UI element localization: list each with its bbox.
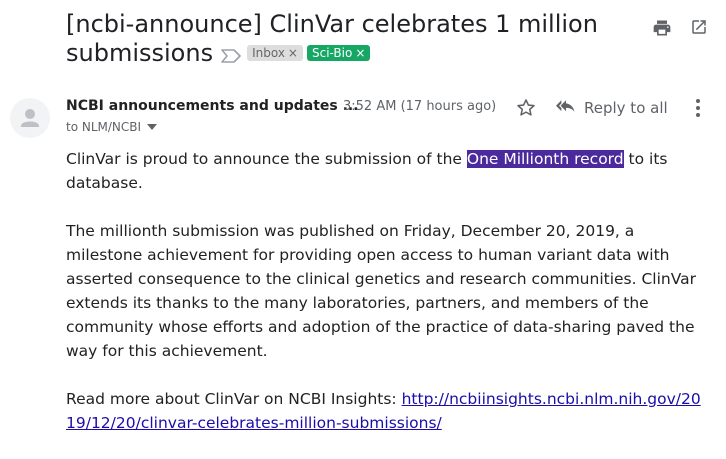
more-vert-icon[interactable] — [688, 97, 708, 123]
body-paragraph-3: Read more about ClinVar on NCBI Insights… — [66, 390, 701, 432]
remove-label-sci-bio-button[interactable]: × — [355, 46, 365, 60]
body-paragraph-1: ClinVar is proud to announce the submiss… — [66, 150, 668, 192]
email-timestamp: 3:52 AM (17 hours ago) — [343, 99, 497, 114]
label-inbox: Inbox × — [247, 45, 303, 61]
sender-avatar[interactable] — [10, 98, 50, 138]
label-sci-bio: Sci-Bio × — [306, 45, 371, 61]
recipients-toggle[interactable]: to NLM/NCBI — [66, 120, 158, 134]
remove-label-inbox-button[interactable]: × — [288, 46, 298, 60]
recipients-label: to NLM/NCBI — [66, 120, 142, 134]
caret-down-icon — [147, 124, 158, 130]
selected-text: One Millionth record — [466, 150, 624, 168]
reply-all-icon — [556, 100, 575, 112]
email-body: ClinVar is proud to announce the submiss… — [66, 147, 706, 459]
body-paragraph-2: The millionth submission was published o… — [66, 222, 697, 360]
label-important-icon[interactable] — [221, 41, 241, 70]
email-subject-row: [ncbi-announce] ClinVar celebrates 1 mil… — [66, 10, 626, 70]
person-avatar-icon — [21, 109, 39, 127]
reply-all-label: Reply to all — [584, 99, 668, 117]
open-in-new-window-icon[interactable] — [690, 18, 708, 40]
reply-all-button[interactable]: Reply to all — [556, 96, 668, 120]
sender-name[interactable]: NCBI announcements and updates ... — [66, 98, 359, 114]
print-icon[interactable] — [652, 18, 672, 42]
star-icon[interactable] — [515, 97, 537, 123]
